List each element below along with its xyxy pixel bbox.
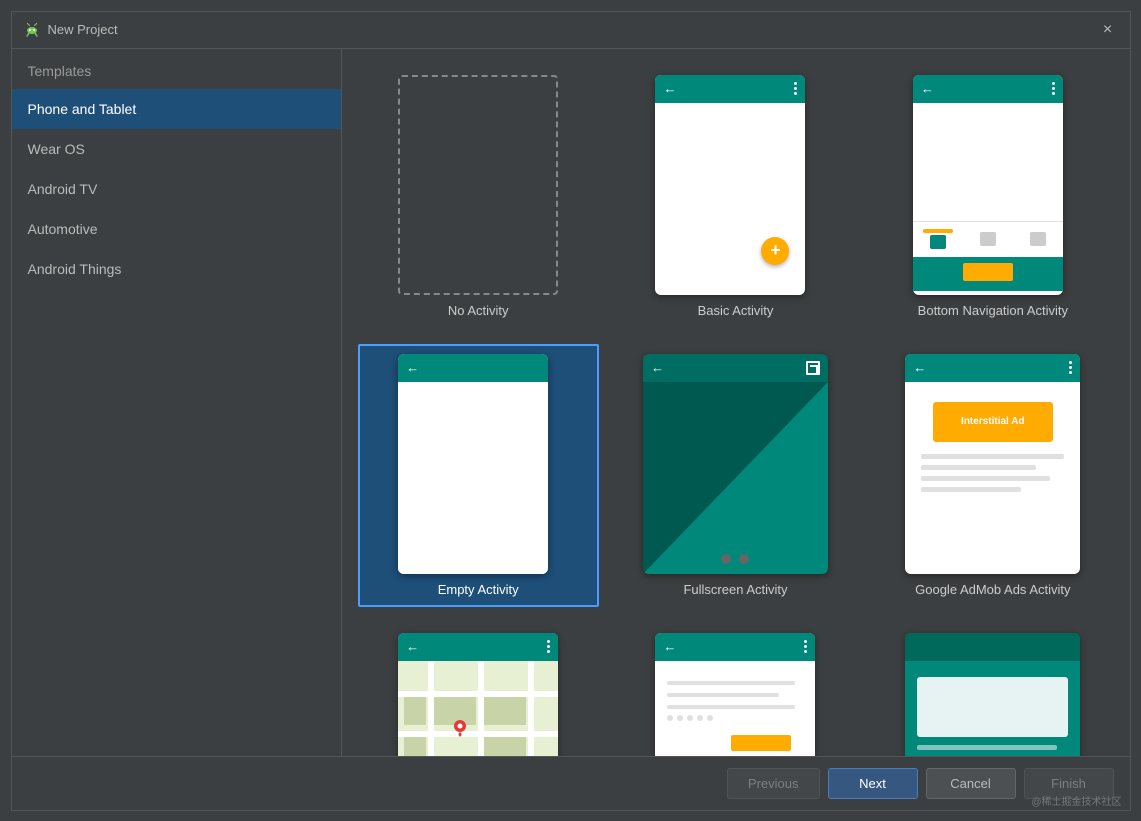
template-grid: No Activity ←	[342, 49, 1130, 756]
dialog-title: New Project	[48, 22, 118, 37]
template-map-activity[interactable]: ←	[358, 623, 599, 756]
admob-ad-banner: Interstitial Ad	[933, 402, 1053, 442]
template-fullscreen-activity[interactable]: ←	[615, 344, 856, 607]
overflow-icon	[1052, 82, 1055, 95]
login-password-dots	[667, 715, 803, 721]
map-toolbar: ←	[398, 633, 558, 661]
empty-activity-preview: ←	[398, 354, 558, 574]
basic-toolbar: ←	[655, 75, 805, 103]
back-arrow-icon: ←	[663, 81, 676, 96]
back-arrow-icon: ←	[663, 639, 676, 654]
overflow-icon	[794, 82, 797, 95]
sidebar-item-automotive[interactable]: Automotive	[12, 209, 341, 249]
expand-icons	[806, 361, 820, 375]
teal-bar-highlight	[963, 263, 1013, 281]
template-nav-drawer-activity[interactable]: Navigation Drawer Activity	[872, 623, 1113, 756]
no-activity-preview	[398, 75, 558, 295]
template-bottom-nav-activity[interactable]: ←	[872, 65, 1113, 328]
empty-toolbar: ←	[398, 354, 548, 382]
admob-mockup: ← Interstitial Ad	[905, 354, 1080, 574]
expand-icon	[806, 361, 820, 375]
previous-button[interactable]: Previous	[727, 768, 820, 799]
nav-item-2	[963, 232, 1013, 246]
fullscreen-mockup: ←	[643, 354, 828, 574]
sidebar-item-phone-tablet[interactable]: Phone and Tablet	[12, 89, 341, 129]
android-icon	[24, 22, 40, 38]
login-button-area	[655, 729, 815, 751]
watermark: @稀土掘金技术社区	[1031, 793, 1121, 808]
empty-activity-label: Empty Activity	[438, 582, 519, 597]
bottom-teal-bar	[913, 257, 1063, 291]
nav-drawer-mockup	[905, 633, 1080, 756]
basic-activity-label: Basic Activity	[698, 303, 774, 318]
bottom-nav-preview: ←	[913, 75, 1073, 295]
dialog-content: Templates Phone and Tablet Wear OS Andro…	[12, 49, 1130, 756]
basic-phone-mockup: ← +	[655, 75, 805, 295]
next-button[interactable]: Next	[828, 768, 918, 799]
diagonal-svg	[643, 382, 828, 574]
sidebar-item-wear-os[interactable]: Wear OS	[12, 129, 341, 169]
overflow-icon	[1069, 361, 1072, 374]
fab-button: +	[761, 237, 789, 265]
map-mockup: ←	[398, 633, 558, 756]
title-bar-left: New Project	[24, 22, 118, 38]
close-button[interactable]: ×	[1098, 20, 1118, 40]
nav-item-3	[1013, 232, 1063, 246]
map-preview-wrap: ←	[398, 633, 558, 756]
dialog-footer: Previous Next Cancel Finish	[12, 756, 1130, 810]
cancel-button[interactable]: Cancel	[926, 768, 1016, 799]
fullscreen-preview: ←	[643, 354, 828, 574]
overflow-icon	[547, 640, 550, 653]
sidebar: Templates Phone and Tablet Wear OS Andro…	[12, 49, 342, 756]
fullscreen-activity-label: Fullscreen Activity	[683, 582, 787, 597]
fullscreen-body	[643, 382, 828, 574]
new-project-dialog: New Project × Templates Phone and Tablet…	[11, 11, 1131, 811]
admob-activity-label: Google AdMob Ads Activity	[915, 582, 1070, 597]
login-mockup: ←	[655, 633, 815, 756]
title-bar: New Project ×	[12, 12, 1130, 49]
login-toolbar: ←	[655, 633, 815, 661]
no-activity-label: No Activity	[448, 303, 509, 318]
template-admob-activity[interactable]: ← Interstitial Ad	[872, 344, 1113, 607]
no-activity-dashed	[398, 75, 558, 295]
map-area	[398, 661, 558, 756]
back-arrow-icon: ←	[406, 639, 419, 654]
empty-phone-mockup: ←	[398, 354, 548, 574]
login-preview-wrap: ←	[655, 633, 815, 756]
admob-ad-text: Interstitial Ad	[961, 416, 1025, 427]
back-arrow-icon: ←	[651, 360, 664, 375]
admob-toolbar: ←	[905, 354, 1080, 382]
sidebar-item-android-tv[interactable]: Android TV	[12, 169, 341, 209]
admob-preview-wrap: ← Interstitial Ad	[905, 354, 1080, 574]
template-empty-activity[interactable]: ← Empty Activity	[358, 344, 599, 607]
back-arrow-icon: ←	[406, 360, 419, 375]
nav-drawer-preview-wrap	[905, 633, 1080, 756]
bottom-navigation-bar	[913, 221, 1063, 257]
nav-item-1	[913, 229, 963, 249]
basic-activity-preview: ← +	[655, 75, 815, 295]
template-basic-activity[interactable]: ← + Basic Activity	[615, 65, 856, 328]
overflow-icon	[804, 640, 807, 653]
map-pin-icon	[453, 719, 467, 737]
login-button-preview	[731, 735, 791, 751]
fullscreen-dots	[721, 554, 749, 564]
nav-drawer-toolbar	[905, 633, 1080, 661]
bottom-nav-body	[913, 103, 1063, 257]
fullscreen-toolbar: ←	[643, 354, 828, 382]
bottom-nav-mockup: ←	[913, 75, 1063, 295]
admob-content-lines	[905, 442, 1080, 510]
bottom-nav-toolbar: ←	[913, 75, 1063, 103]
empty-body	[398, 382, 548, 574]
template-login-activity[interactable]: ←	[615, 623, 856, 756]
sidebar-item-android-things[interactable]: Android Things	[12, 249, 341, 289]
sidebar-header: Templates	[12, 49, 341, 89]
nav-drawer-header	[917, 677, 1068, 737]
back-arrow-icon: ←	[921, 81, 934, 96]
admob-toolbar-inner: ←	[905, 354, 1080, 382]
template-no-activity[interactable]: No Activity	[358, 65, 599, 328]
bottom-nav-activity-label: Bottom Navigation Activity	[918, 303, 1068, 318]
back-arrow-icon: ←	[913, 360, 926, 375]
